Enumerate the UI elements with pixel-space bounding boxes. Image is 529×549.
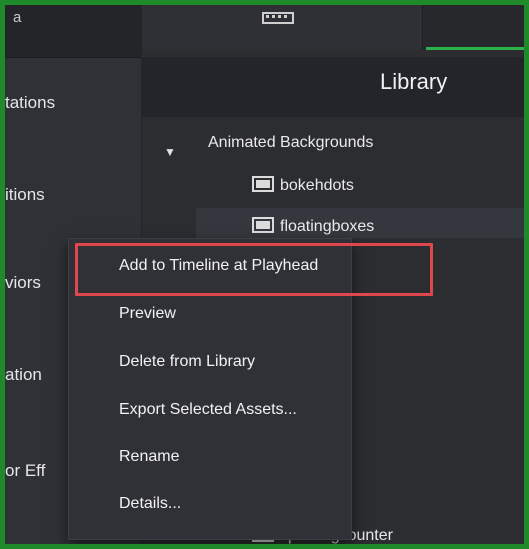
video-asset-icon	[252, 217, 274, 233]
tab-media[interactable]	[142, 5, 423, 49]
library-title: Library	[380, 69, 448, 94]
sidebar-item-annotations[interactable]: tations	[5, 93, 141, 113]
annotation-highlight-box	[75, 243, 433, 296]
asset-label: floatingboxes	[280, 218, 375, 235]
folder-animated-backgrounds[interactable]: Animated Backgrounds	[208, 134, 373, 152]
asset-floatingboxes[interactable]: floatingboxes	[196, 208, 524, 238]
asset-label: bokehdots	[280, 177, 354, 194]
sidebar-top-fragment: a	[13, 9, 22, 26]
menu-item-details[interactable]: Details...	[119, 495, 181, 513]
chevron-down-icon[interactable]: ▼	[164, 145, 176, 159]
asset-bokehdots[interactable]: bokehdots	[252, 176, 354, 195]
media-tab-bar	[142, 5, 524, 50]
sidebar-item-transitions[interactable]: itions	[5, 185, 141, 205]
app-window: a tations itions viors ation or Eff Libr…	[5, 5, 524, 544]
film-strip-icon	[262, 12, 294, 24]
menu-item-preview[interactable]: Preview	[119, 305, 176, 323]
sidebar-top-bar: a	[5, 5, 141, 58]
menu-item-export-selected-assets[interactable]: Export Selected Assets...	[119, 401, 297, 419]
library-header: Library	[142, 57, 524, 117]
video-asset-icon	[252, 176, 274, 192]
active-tab-indicator	[426, 47, 524, 50]
menu-item-rename[interactable]: Rename	[119, 448, 179, 466]
menu-item-delete-from-library[interactable]: Delete from Library	[119, 353, 255, 371]
